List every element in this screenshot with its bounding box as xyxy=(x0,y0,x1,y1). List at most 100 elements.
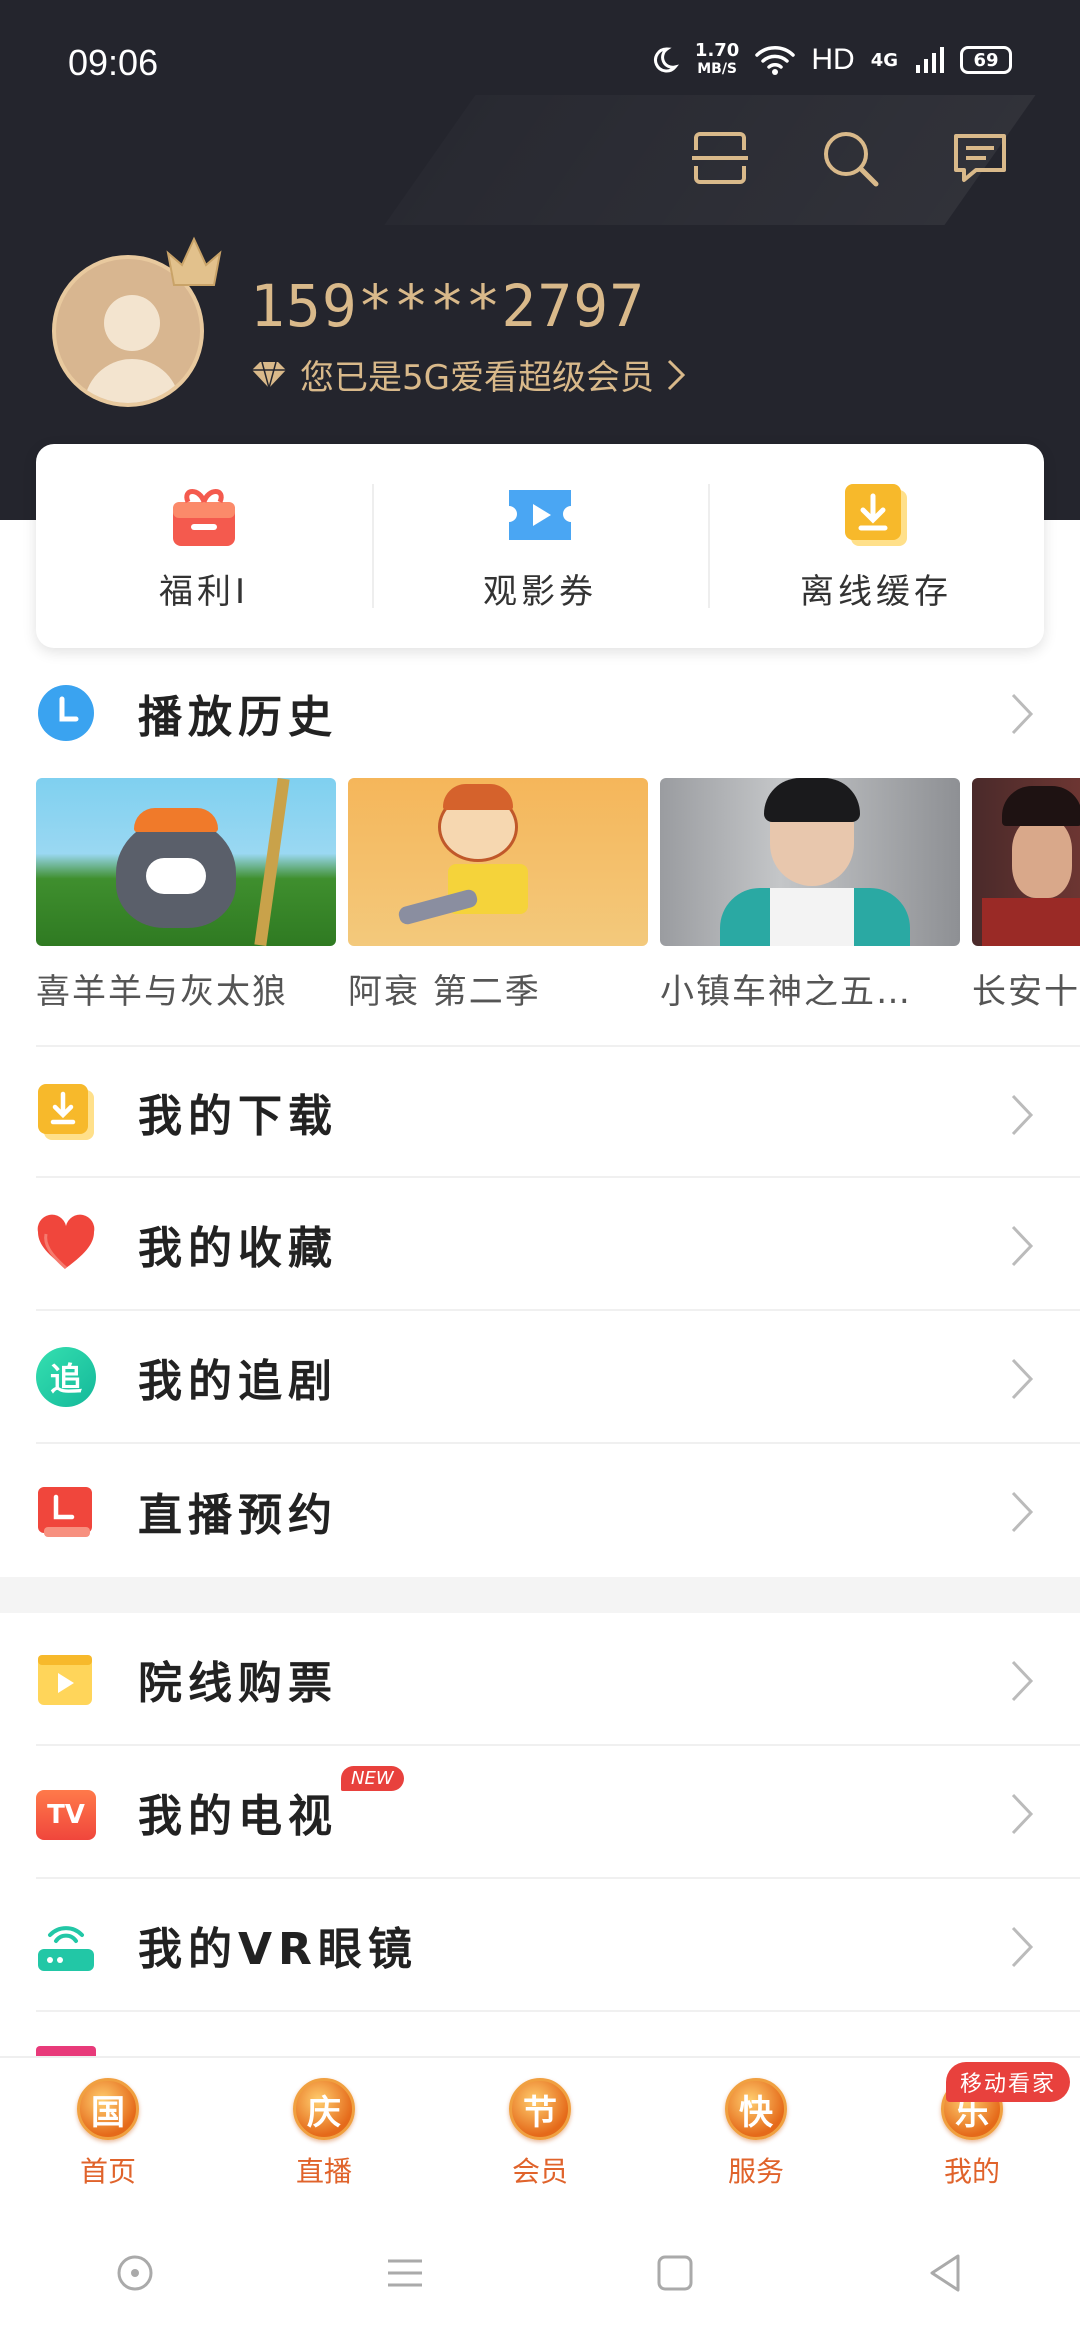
menu-my-tv[interactable]: TV 我的电视 NEW xyxy=(36,1746,1080,1879)
menu-icon[interactable] xyxy=(380,2248,430,2298)
tv-icon-text: TV xyxy=(36,1789,96,1840)
back-icon[interactable] xyxy=(920,2248,970,2298)
gift-icon xyxy=(173,489,235,546)
history-list: 喜羊羊与灰太狼 阿衰 第二季 小镇车神之五… 长安十 xyxy=(36,778,1080,1008)
menu-cinema-tickets[interactable]: 院线购票 xyxy=(36,1613,1080,1746)
history-caption: 阿衰 第二季 xyxy=(348,972,541,1008)
history-header[interactable]: 播放历史 xyxy=(36,646,1080,779)
vip-status-link[interactable]: 您已是5G爱看超级会员 xyxy=(250,350,686,399)
profile-header: 09:06 1.70 MB/S HD 4G 69 159****2797 您已是… xyxy=(0,0,1080,520)
history-caption: 长安十 xyxy=(972,972,1080,1008)
network-type: 4G xyxy=(870,49,898,71)
quick-offline-cache[interactable]: 离线缓存 xyxy=(708,444,1044,648)
menu-my-following[interactable]: 追 我的追剧 xyxy=(36,1311,1080,1444)
menu-label: 直播预约 xyxy=(138,1489,338,1541)
history-thumbnail xyxy=(660,778,960,946)
hd-indicator: HD xyxy=(811,43,855,76)
diamond-icon xyxy=(252,361,286,388)
chevron-right-icon xyxy=(1011,1491,1034,1533)
chevron-right-icon xyxy=(667,359,686,390)
partial-row-icon xyxy=(36,2046,96,2056)
menu-label: 我的VR眼镜 xyxy=(138,1923,418,1975)
menu-label: 我的电视 xyxy=(138,1790,338,1842)
follow-icon: 追 xyxy=(36,1346,96,1407)
menu-live-reservation[interactable]: 直播预约 xyxy=(36,1444,1080,1577)
ticket-icon xyxy=(509,490,571,540)
section-divider xyxy=(0,1577,1080,1613)
history-title: 播放历史 xyxy=(138,691,338,743)
heart-icon xyxy=(37,1214,95,1269)
new-badge: NEW xyxy=(341,1766,404,1791)
system-nav-bar xyxy=(0,2206,1080,2340)
chevron-right-icon xyxy=(1011,1094,1034,1136)
scan-icon[interactable] xyxy=(690,128,750,188)
tab-service[interactable]: 快 服务 xyxy=(648,2058,864,2206)
menu-label: 院线购票 xyxy=(138,1657,338,1709)
quick-actions-card: 福利I 观影券 离线缓存 xyxy=(36,444,1044,648)
tab-member[interactable]: 节 会员 xyxy=(432,2058,648,2206)
tab-label: 会员 xyxy=(511,2155,568,2188)
tab-label: 服务 xyxy=(727,2155,784,2188)
assistant-icon[interactable] xyxy=(110,2248,160,2298)
download-icon xyxy=(845,484,907,546)
vr-icon xyxy=(38,1925,94,1971)
vip-text: 您已是5G爱看超级会员 xyxy=(300,358,654,398)
tab-home-icon: 国 xyxy=(77,2078,139,2140)
tab-label: 直播 xyxy=(295,2155,352,2188)
battery-indicator: 69 xyxy=(960,46,1012,74)
history-thumbnail xyxy=(348,778,648,946)
history-caption: 喜羊羊与灰太狼 xyxy=(36,972,288,1008)
crown-icon xyxy=(166,236,222,286)
menu-my-downloads[interactable]: 我的下载 xyxy=(36,1045,1080,1178)
speed-unit: MB/S xyxy=(697,61,738,77)
history-item[interactable]: 喜羊羊与灰太狼 xyxy=(36,778,336,1008)
tab-live-icon: 庆 xyxy=(293,2078,355,2140)
quick-label: 福利I xyxy=(158,572,250,612)
status-bar: 09:06 1.70 MB/S HD 4G 69 xyxy=(0,0,1080,130)
history-thumbnail xyxy=(36,778,336,946)
clock-icon xyxy=(38,684,94,741)
speed-value: 1.70 xyxy=(694,40,740,61)
home-icon[interactable] xyxy=(650,2248,700,2298)
chevron-right-icon xyxy=(1011,693,1034,735)
tab-label: 我的 xyxy=(943,2155,1000,2188)
menu-label: 我的追剧 xyxy=(138,1355,338,1407)
tab-service-icon: 快 xyxy=(725,2078,787,2140)
chevron-right-icon xyxy=(1011,1660,1034,1702)
menu-label: 我的下载 xyxy=(138,1090,338,1142)
moon-icon xyxy=(653,47,679,73)
avatar-area[interactable] xyxy=(52,236,222,407)
quick-label: 观影券 xyxy=(483,572,597,612)
user-phone[interactable]: 159****2797 xyxy=(250,272,645,340)
search-icon[interactable] xyxy=(820,128,880,188)
menu-my-favorites[interactable]: 我的收藏 xyxy=(36,1178,1080,1311)
chevron-right-icon xyxy=(1011,1926,1034,1968)
cinema-ticket-icon xyxy=(38,1654,92,1705)
status-time: 09:06 xyxy=(68,42,159,83)
network-speed: 1.70 MB/S xyxy=(695,42,739,78)
live-reserve-icon xyxy=(38,1486,92,1537)
quick-ticket[interactable]: 观影券 xyxy=(372,444,708,648)
chevron-right-icon xyxy=(1011,1225,1034,1267)
tv-icon: TV xyxy=(36,1782,96,1842)
history-item[interactable]: 长安十 xyxy=(972,778,1080,1008)
menu-my-vr[interactable]: 我的VR眼镜 xyxy=(36,1879,1080,2012)
quick-label: 离线缓存 xyxy=(800,572,952,612)
history-thumbnail xyxy=(972,778,1080,946)
chevron-right-icon xyxy=(1011,1358,1034,1400)
history-caption: 小镇车神之五… xyxy=(660,972,912,1008)
wifi-icon xyxy=(755,46,796,75)
history-item[interactable]: 阿衰 第二季 xyxy=(348,778,648,1008)
tab-home[interactable]: 国 首页 xyxy=(0,2058,216,2206)
bottom-tab-bar: 国 首页 庆 直播 节 会员 快 服务 乐 我的 移动看家 xyxy=(0,2056,1080,2206)
menu-label: 我的收藏 xyxy=(138,1222,338,1274)
tab-member-icon: 节 xyxy=(509,2078,571,2140)
tab-live[interactable]: 庆 直播 xyxy=(216,2058,432,2206)
history-item[interactable]: 小镇车神之五… xyxy=(660,778,960,1008)
download-icon xyxy=(38,1083,94,1140)
chevron-right-icon xyxy=(1011,1793,1034,1835)
message-icon[interactable] xyxy=(950,128,1010,188)
quick-welfare[interactable]: 福利I xyxy=(36,444,372,648)
promo-badge[interactable]: 移动看家 xyxy=(945,2062,1070,2102)
tab-label: 首页 xyxy=(79,2155,136,2188)
